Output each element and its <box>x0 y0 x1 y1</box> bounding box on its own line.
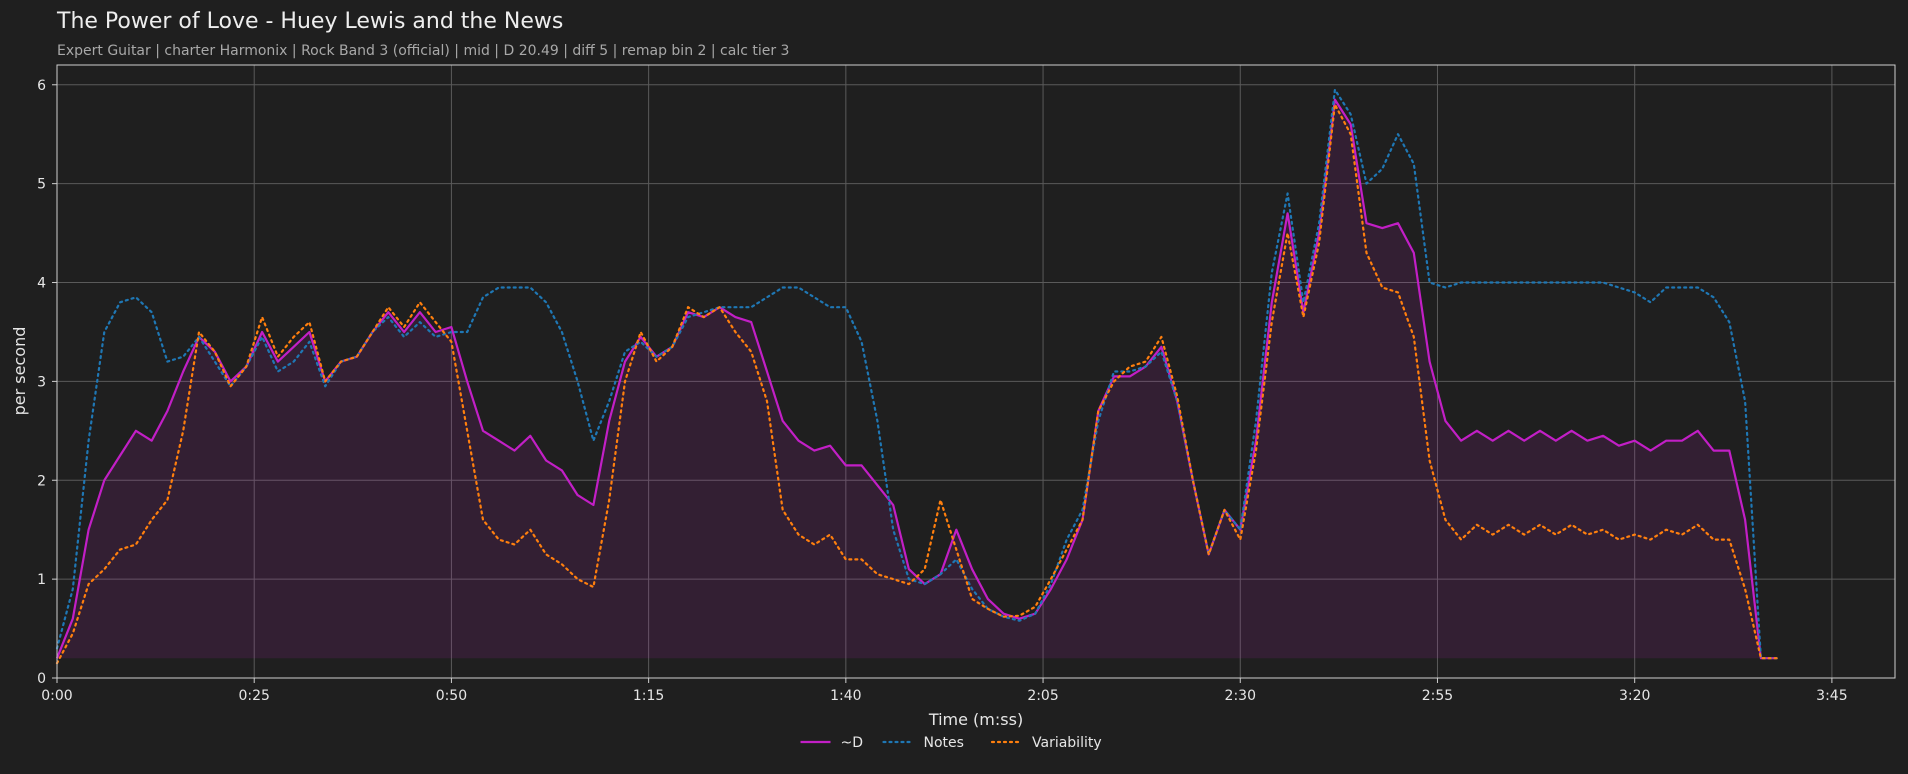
x-axis-label: Time (m:ss) <box>928 710 1023 729</box>
x-tick-label: 1:15 <box>633 688 664 704</box>
x-tick-label: 2:30 <box>1225 688 1256 704</box>
y-tick-label: 2 <box>37 473 46 489</box>
x-axis-ticks: 0:00 0:25 0:50 1:15 1:40 2:05 2:30 2:55 3:20 3:45 <box>41 678 1848 704</box>
x-tick-label: 0:25 <box>238 688 269 704</box>
y-tick-label: 6 <box>37 78 46 94</box>
chart: The Power of Love - Huey Lewis and the N… <box>0 0 1908 774</box>
chart-title: The Power of Love - Huey Lewis and the N… <box>56 9 563 34</box>
y-tick-label: 5 <box>37 177 46 193</box>
y-tick-label: 1 <box>37 572 46 588</box>
x-tick-label: 3:45 <box>1816 688 1847 704</box>
y-tick-label: 0 <box>37 671 46 687</box>
legend-label: Variability <box>1032 735 1102 751</box>
chart-subtitle: Expert Guitar | charter Harmonix | Rock … <box>57 43 789 59</box>
y-tick-label: 4 <box>37 276 46 292</box>
x-tick-label: 2:55 <box>1422 688 1453 704</box>
legend: ~D Notes Variability <box>800 735 1102 751</box>
x-tick-label: 0:00 <box>41 688 72 704</box>
y-tick-label: 3 <box>37 374 46 390</box>
legend-label: ~D <box>841 735 864 751</box>
y-axis-label: per second <box>10 327 29 416</box>
legend-label: Notes <box>924 735 964 751</box>
x-tick-label: 1:40 <box>830 688 861 704</box>
x-tick-label: 3:20 <box>1619 688 1650 704</box>
x-tick-label: 2:05 <box>1027 688 1058 704</box>
y-axis-ticks: 0 1 2 3 4 5 6 <box>37 78 57 687</box>
x-tick-label: 0:50 <box>436 688 467 704</box>
chart-canvas: The Power of Love - Huey Lewis and the N… <box>10 9 1896 751</box>
